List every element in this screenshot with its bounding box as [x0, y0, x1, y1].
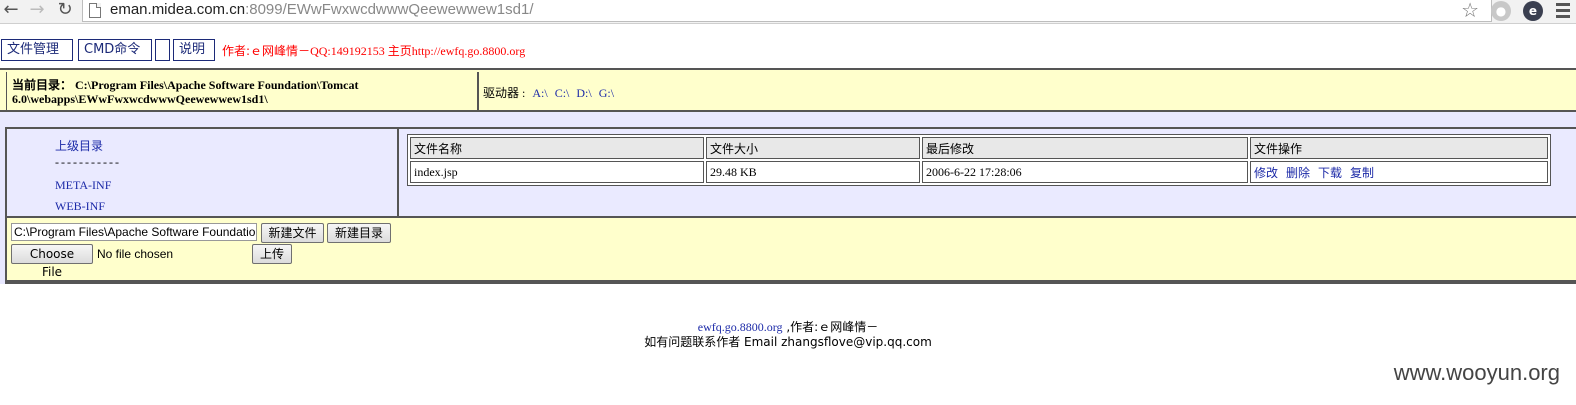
col-header-name: 文件名称 — [410, 137, 704, 159]
delete-link[interactable]: 删除 — [1286, 166, 1310, 180]
star-icon[interactable]: ☆ — [1461, 0, 1479, 22]
reload-icon[interactable]: ↻ — [54, 0, 76, 22]
file-list-area: 文件名称 文件大小 最后修改 文件操作 index.jsp 29.48 KB 2… — [401, 129, 1576, 216]
upload-button[interactable]: 上传 — [252, 244, 292, 264]
dir-link-meta-inf[interactable]: META-INF — [55, 178, 397, 193]
new-dir-button[interactable]: 新建目录 — [327, 223, 391, 243]
file-name-cell: index.jsp — [410, 161, 704, 183]
parent-dir-link[interactable]: 上级目录 — [55, 137, 397, 154]
file-ops-cell: 修改 删除 下载 复制 — [1250, 161, 1548, 183]
home-label: 主页 — [387, 44, 412, 58]
author-prefix: 作者: — [222, 44, 251, 58]
cmd-button[interactable]: CMD命令 — [78, 39, 152, 61]
page-icon — [89, 3, 101, 18]
no-file-label: No file chosen — [97, 247, 174, 261]
footer-author: ,作者:ｅ网峰情 — [782, 320, 867, 334]
file-manage-button[interactable]: 文件管理 — [1, 39, 73, 61]
back-arrow-icon[interactable]: ← — [0, 0, 22, 22]
file-table: 文件名称 文件大小 最后修改 文件操作 index.jsp 29.48 KB 2… — [407, 134, 1551, 186]
col-header-ops: 文件操作 — [1250, 137, 1548, 159]
main-area: 上级目录 ----------- META-INF WEB-INF 文件名称 文… — [0, 112, 1576, 284]
directory-tree: 上级目录 ----------- META-INF WEB-INF — [7, 129, 399, 216]
table-header-row: 文件名称 文件大小 最后修改 文件操作 — [410, 137, 1548, 159]
menu-icon[interactable] — [1556, 3, 1570, 21]
author-dash: － — [298, 44, 311, 58]
dir-link-web-inf[interactable]: WEB-INF — [55, 199, 397, 214]
footer-site-link[interactable]: ewfq.go.8800.org — [698, 320, 783, 334]
drive-link-d[interactable]: D:\ — [576, 86, 591, 100]
new-file-button[interactable]: 新建文件 — [261, 223, 324, 243]
author-qq: QQ:149192153 — [310, 44, 385, 58]
choose-file-button[interactable]: Choose File — [11, 244, 93, 279]
author-info: 作者:ｅ网峰情－QQ:149192153 主页http://ewfq.go.88… — [222, 42, 525, 59]
footer: ewfq.go.8800.org ,作者:ｅ网峰情－ 如有问题联系作者 Emai… — [0, 320, 1576, 350]
url-host: eman.midea.com.cn — [110, 1, 246, 18]
drive-link-g[interactable]: G:\ — [599, 86, 614, 100]
drive-list: 驱动器 : A:\ C:\ D:\ G:\ — [478, 72, 1576, 110]
path-input[interactable]: C:\Program Files\Apache Software Foundat… — [11, 223, 257, 241]
watermark: www.wooyun.org — [1393, 360, 1560, 385]
col-header-modified: 最后修改 — [922, 137, 1248, 159]
address-bar[interactable]: eman.midea.com.cn:8099/EWwFwxwcdwwwQeewe… — [82, 0, 1492, 22]
table-row: index.jsp 29.48 KB 2006-6-22 17:28:06 修改… — [410, 161, 1548, 183]
url-text[interactable]: eman.midea.com.cn:8099/EWwFwxwcdwwwQeewe… — [110, 1, 534, 18]
file-size-cell: 29.48 KB — [706, 161, 920, 183]
url-path: :8099/EWwFwxwcdwwwQeewewwew1sd1/ — [245, 1, 534, 18]
drives-label: 驱动器 — [483, 86, 520, 100]
browser-toolbar: ← → ↻ eman.midea.com.cn:8099/EWwFwxwcdww… — [0, 0, 1576, 24]
col-header-size: 文件大小 — [706, 137, 920, 159]
footer-author-dash: － — [866, 320, 879, 334]
file-modified-cell: 2006-6-22 17:28:06 — [922, 161, 1248, 183]
e-extension-icon[interactable]: e — [1523, 1, 1543, 21]
drive-link-a[interactable]: A:\ — [532, 86, 547, 100]
copy-link[interactable]: 复制 — [1350, 166, 1374, 180]
help-button[interactable]: 说明 — [173, 39, 215, 61]
footer-contact: 如有问题联系作者 Email zhangsflove@vip.qq.com — [644, 335, 932, 349]
blank-button[interactable] — [155, 39, 170, 61]
tree-separator: ----------- — [55, 155, 121, 169]
current-dir-label: 当前目录： — [12, 78, 73, 92]
file-panel: 上级目录 ----------- META-INF WEB-INF 文件名称 文… — [5, 127, 1576, 284]
edit-link[interactable]: 修改 — [1254, 166, 1278, 180]
author-name: ｅ网峰情 — [250, 44, 299, 58]
action-form: C:\Program Files\Apache Software Foundat… — [7, 216, 1576, 282]
globe-extension-icon[interactable]: ● — [1491, 1, 1511, 21]
path-bar: 当前目录： C:\Program Files\Apache Software F… — [0, 68, 1576, 112]
download-link[interactable]: 下载 — [1318, 166, 1342, 180]
forward-arrow-icon[interactable]: → — [26, 0, 48, 22]
footer-line-1: ewfq.go.8800.org ,作者:ｅ网峰情－ — [0, 320, 1576, 335]
current-directory: 当前目录： C:\Program Files\Apache Software F… — [6, 72, 478, 110]
home-url[interactable]: http://ewfq.go.8800.org — [412, 44, 525, 58]
drive-link-c[interactable]: C:\ — [555, 86, 570, 100]
